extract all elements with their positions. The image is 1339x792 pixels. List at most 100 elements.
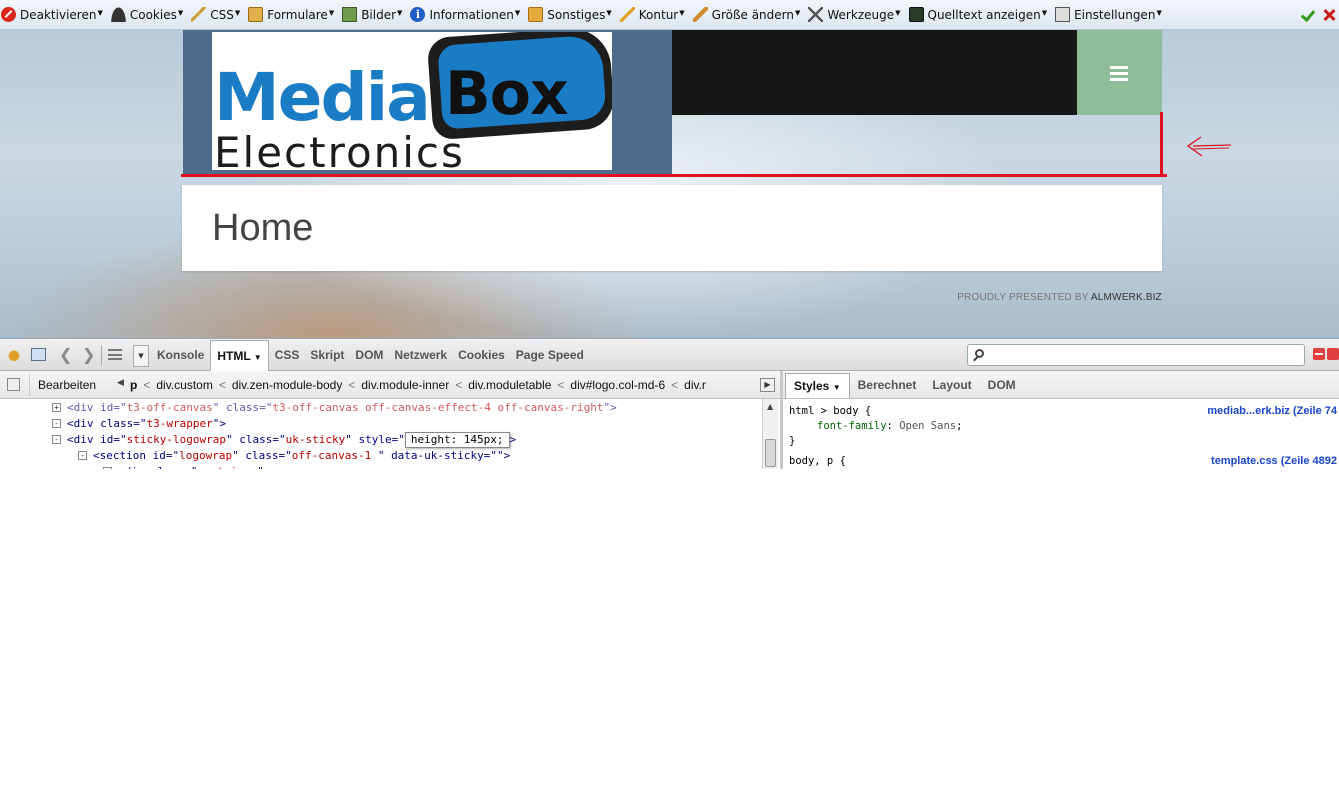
wd-menu-cookies[interactable]: Cookies ▼	[110, 7, 183, 22]
tab-layout[interactable]: Layout	[924, 371, 979, 398]
wd-menu-sonstiges[interactable]: Sonstiges ▼	[528, 7, 612, 22]
wd-menu-groesse-aendern[interactable]: Größe ändern ▼	[692, 7, 800, 22]
tab-side-dom[interactable]: DOM	[980, 371, 1024, 398]
attr-name[interactable]: class	[100, 417, 133, 430]
tag-bracket: <	[118, 465, 125, 469]
tab-dom[interactable]: DOM	[350, 339, 388, 371]
attr-name[interactable]: style	[358, 433, 391, 446]
wd-menu-quelltext[interactable]: Quelltext anzeigen ▼	[908, 7, 1047, 22]
site-logo[interactable]: Media Box Electronics	[212, 32, 612, 170]
wd-menu-label: Größe ändern	[711, 7, 794, 22]
breadcrumb-item[interactable]: div.moduletable	[468, 378, 551, 392]
attr-name[interactable]: class	[226, 401, 259, 414]
attr-value[interactable]: container	[198, 465, 258, 469]
attr-name[interactable]: data-uk-sticky	[391, 449, 484, 462]
hamburger-menu-button[interactable]	[1077, 30, 1162, 115]
attr-name[interactable]: id	[100, 433, 113, 446]
wd-menu-formulare[interactable]: Formulare ▼	[248, 7, 334, 22]
breadcrumb-separator: <	[348, 378, 356, 392]
collapse-icon[interactable]: -	[103, 467, 112, 469]
footer-link[interactable]: ALMWERK.BIZ	[1091, 292, 1162, 303]
html-tree-node[interactable]: - <div id="sticky-logowrap" class="uk-sti…	[52, 432, 516, 448]
minimize-icon[interactable]	[1313, 348, 1325, 360]
attr-value[interactable]: off-canvas-1	[292, 449, 378, 462]
breadcrumb-item[interactable]: div.module-inner	[361, 378, 449, 392]
tab-css[interactable]: CSS	[270, 339, 305, 371]
wd-menu-label: Einstellungen	[1074, 7, 1156, 22]
attr-value[interactable]: logowrap	[179, 449, 232, 462]
content-box: Home	[182, 185, 1162, 271]
close-icon[interactable]	[1322, 8, 1336, 22]
tab-cookies[interactable]: Cookies	[453, 339, 510, 371]
breadcrumb-item[interactable]: div#logo.col-md-6	[570, 378, 665, 392]
breadcrumb-scroll-right-icon[interactable]: ▶	[760, 378, 775, 392]
html-tree-node[interactable]: - <div class="t3-wrapper">	[52, 416, 226, 432]
options-icon	[1055, 7, 1071, 22]
tab-styles[interactable]: Styles ▼	[785, 373, 850, 398]
wd-menu-css[interactable]: CSS ▼	[191, 7, 240, 22]
breadcrumb-scroll-left-icon[interactable]: ◀	[117, 378, 124, 388]
attr-name[interactable]: class	[239, 433, 272, 446]
attr-value[interactable]: t3-off-canvas off-canvas-effect-4 off-ca…	[272, 401, 603, 414]
wd-menu-deaktivieren[interactable]: Deaktivieren ▼	[1, 7, 103, 22]
search-input[interactable]	[967, 344, 1305, 366]
attr-value[interactable]: t3-wrapper	[147, 417, 213, 430]
breadcrumb-item[interactable]: div.r	[684, 378, 706, 392]
attr-value[interactable]: uk-sticky	[286, 433, 346, 446]
tab-netzwerk[interactable]: Netzwerk	[389, 339, 452, 371]
attr-name[interactable]: id	[100, 401, 113, 414]
panel-menu-dropdown[interactable]: ▼	[133, 345, 149, 367]
attr-name[interactable]: id	[153, 449, 166, 462]
tab-html[interactable]: HTML ▼	[210, 340, 269, 372]
wd-menu-kontur[interactable]: Kontur ▼	[619, 7, 685, 22]
collapse-icon[interactable]: -	[78, 451, 87, 460]
tab-skript[interactable]: Skript	[305, 339, 349, 371]
collapse-icon[interactable]: -	[52, 419, 61, 428]
css-property[interactable]: font-family: Open Sans;	[817, 419, 962, 434]
styles-panel: html > body { mediab...erk.biz (Zeile 74…	[783, 399, 1339, 469]
tab-page-speed[interactable]: Page Speed	[511, 339, 589, 371]
collapse-icon[interactable]: -	[52, 435, 61, 444]
attr-eq: ="	[272, 433, 286, 446]
tab-berechnet[interactable]: Berechnet	[850, 371, 925, 398]
tab-konsole[interactable]: Konsole	[152, 339, 209, 371]
scrollbar-thumb[interactable]	[765, 439, 776, 467]
breadcrumb-item[interactable]: div.zen-module-body	[232, 378, 343, 392]
inspect-icon[interactable]	[31, 348, 46, 361]
resize-icon	[692, 7, 708, 22]
attr-name[interactable]: class	[151, 465, 184, 469]
checkmark-icon[interactable]	[1300, 8, 1314, 22]
expand-icon[interactable]: +	[52, 403, 61, 412]
breadcrumb-item[interactable]: div.custom	[156, 378, 212, 392]
html-tree-node[interactable]: - <div class="container">	[103, 464, 270, 469]
forward-icon[interactable]: ❯	[82, 345, 98, 364]
edit-button[interactable]: Bearbeiten	[29, 374, 104, 396]
css-property-name: font-family	[817, 420, 887, 432]
attr-value[interactable]: sticky-logowrap	[127, 433, 226, 446]
html-tree-node[interactable]: + <div id="t3-off-canvas" class="t3-off-c…	[52, 400, 617, 416]
scrollbar[interactable]: ▲	[762, 399, 778, 469]
dropdown-arrow-icon: ▼	[397, 8, 403, 17]
wd-menu-einstellungen[interactable]: Einstellungen ▼	[1055, 7, 1162, 22]
attr-name[interactable]: class	[245, 449, 278, 462]
css-source-link[interactable]: template.css (Zeile 4892	[1211, 454, 1337, 469]
wd-menu-label: CSS	[210, 7, 234, 22]
wd-menu-werkzeuge[interactable]: Werkzeuge ▼	[808, 7, 901, 22]
inline-edit-field[interactable]: height: 145px;	[404, 432, 510, 448]
wd-menu-bilder[interactable]: Bilder ▼	[342, 7, 402, 22]
scroll-up-icon[interactable]: ▲	[767, 402, 773, 411]
list-icon[interactable]	[108, 349, 122, 360]
firebug-icon[interactable]	[6, 347, 22, 363]
tag-bracket: <	[67, 401, 74, 414]
css-source-link[interactable]: mediab...erk.biz (Zeile 74	[1207, 404, 1337, 419]
expand-icon[interactable]	[7, 378, 20, 391]
close-icon[interactable]	[1327, 348, 1339, 360]
breadcrumb-item[interactable]: p	[130, 378, 137, 392]
html-tree-node[interactable]: - <section id="logowrap" class="off-canva…	[78, 448, 510, 464]
css-semicolon: ;	[956, 420, 963, 432]
back-icon[interactable]: ❮	[59, 345, 75, 364]
wd-menu-informationen[interactable]: i Informationen ▼	[410, 7, 520, 22]
toolbar-divider	[101, 345, 102, 365]
attr-value[interactable]: t3-off-canvas	[127, 401, 213, 414]
